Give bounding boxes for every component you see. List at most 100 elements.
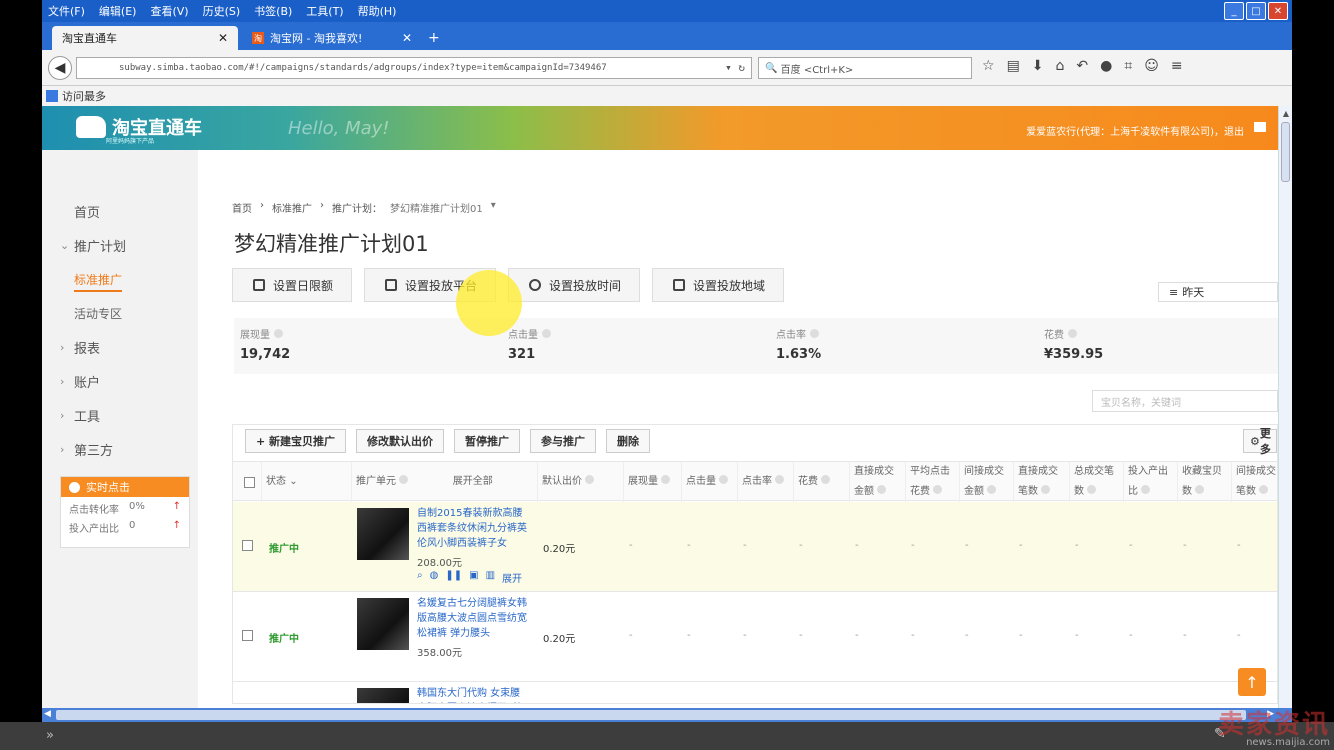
help-icon[interactable] <box>542 329 551 338</box>
help-icon[interactable] <box>1141 485 1151 494</box>
help-icon[interactable] <box>399 475 409 484</box>
back-to-top-button[interactable]: ↑ <box>1238 668 1266 696</box>
col-ctr[interactable]: 点击率 <box>737 462 793 502</box>
help-icon[interactable] <box>775 475 785 484</box>
row-checkbox[interactable] <box>242 630 253 641</box>
globe-icon[interactable]: ◍ <box>430 570 439 585</box>
pause-button[interactable]: 暂停推广 <box>454 429 521 453</box>
col-impressions[interactable]: 展现量 <box>623 462 681 502</box>
col-roi[interactable]: 投入产出比 <box>1123 462 1177 502</box>
download-icon[interactable]: ⬇ <box>1032 58 1044 74</box>
menu-icon[interactable]: ≡ <box>1171 58 1183 74</box>
menu-history[interactable]: 历史(S) <box>203 3 241 19</box>
edit-bid-button[interactable]: 修改默认出价 <box>356 429 445 453</box>
set-time-button[interactable]: 设置投放时间 <box>508 268 641 302</box>
col-total-count[interactable]: 总成交笔数 <box>1069 462 1123 502</box>
search-input[interactable]: 🔍 百度 <Ctrl+K> <box>758 57 972 79</box>
checkbox[interactable] <box>243 476 255 488</box>
tab-ztc[interactable]: 淘宝直通车 ✕ <box>52 26 238 50</box>
scroll-thumb[interactable] <box>56 710 1246 720</box>
help-icon[interactable] <box>1068 329 1077 338</box>
join-button[interactable]: 参与推广 <box>530 429 597 453</box>
col-clicks[interactable]: 点击量 <box>681 462 737 502</box>
col-cost[interactable]: 花费 <box>793 462 849 502</box>
scroll-thumb[interactable] <box>1281 122 1290 182</box>
help-icon[interactable] <box>661 475 671 484</box>
bookmark-star-icon[interactable]: ☆ <box>982 58 995 74</box>
breadcrumb-plan-name[interactable]: 梦幻精准推广计划01 <box>390 200 483 215</box>
chevron-down-icon[interactable]: ▾ <box>491 200 496 215</box>
help-icon[interactable] <box>933 485 943 494</box>
col-indirect-count[interactable]: 间接成交 笔数 <box>1231 462 1277 502</box>
product-title-link[interactable]: 名媛复古七分阔腿裤女韩版高腰大波点圆点雪纺宽松裙裤 弹力腰头 <box>417 596 529 641</box>
close-window-button[interactable]: ✕ <box>1268 2 1288 20</box>
smile-icon[interactable]: ☺ <box>1144 58 1159 74</box>
menu-edit[interactable]: 编辑(E) <box>99 3 137 19</box>
select-all-checkbox[interactable] <box>233 462 261 502</box>
bookmark-most-visited[interactable]: 访问最多 <box>62 88 106 104</box>
expand-all-link[interactable]: 展开全部 <box>453 476 493 487</box>
new-tab-button[interactable]: + <box>428 30 440 46</box>
help-icon[interactable] <box>1041 485 1051 494</box>
menu-bookmarks[interactable]: 书签(B) <box>254 3 292 19</box>
help-icon[interactable] <box>821 475 831 484</box>
horizontal-scrollbar[interactable]: ◀ ▶ <box>42 708 1292 722</box>
new-item-button[interactable]: + 新建宝贝推广 <box>245 429 347 453</box>
sidebar-item-plans[interactable]: ⌄ 推广计划 <box>60 236 126 255</box>
col-favorites[interactable]: 收藏宝贝数 <box>1177 462 1231 502</box>
menu-view[interactable]: 查看(V) <box>150 3 188 19</box>
sidebar-item-home[interactable]: 首页 <box>60 202 100 221</box>
help-icon[interactable] <box>1087 485 1097 494</box>
set-budget-button[interactable]: 设置日限额 <box>232 268 353 302</box>
chevron-right-icon[interactable]: » <box>46 728 54 743</box>
scroll-up-icon[interactable]: ▲ <box>1279 106 1292 120</box>
help-icon[interactable] <box>987 485 997 494</box>
edit-icon[interactable]: ▣ <box>469 570 478 585</box>
tab-taobao[interactable]: 淘 淘宝网 - 淘我喜欢! ✕ <box>242 26 422 50</box>
product-image[interactable] <box>357 688 409 703</box>
col-avg-click-cost[interactable]: 平均点击 花费 <box>905 462 959 502</box>
vertical-scrollbar[interactable]: ▲ <box>1278 106 1292 708</box>
col-indirect-amount[interactable]: 间接成交 金额 <box>959 462 1013 502</box>
address-bar[interactable]: subway.simba.taobao.com/#!/campaigns/sta… <box>76 57 752 79</box>
chat-icon[interactable]: ● <box>1100 58 1112 74</box>
expand-link[interactable]: 展开 <box>502 570 522 585</box>
maximize-button[interactable]: □ <box>1246 2 1266 20</box>
undo-icon[interactable]: ↶ <box>1076 58 1088 74</box>
set-region-button[interactable]: 设置投放地域 <box>652 268 785 302</box>
product-image[interactable] <box>357 508 409 560</box>
date-range-select[interactable]: ≡ 昨天 <box>1158 282 1278 302</box>
back-button[interactable]: ◀ <box>48 56 72 80</box>
help-icon[interactable] <box>585 475 595 484</box>
pause-icon[interactable]: ❚❚ <box>445 570 462 585</box>
help-icon[interactable] <box>877 485 887 494</box>
mail-icon[interactable] <box>1254 122 1266 132</box>
scroll-left-icon[interactable]: ◀ <box>44 709 51 719</box>
help-icon[interactable] <box>1195 485 1205 494</box>
home-icon[interactable]: ⌂ <box>1056 58 1065 74</box>
crop-icon[interactable]: ⌗ <box>1124 58 1132 74</box>
col-direct-count[interactable]: 直接成交 笔数 <box>1013 462 1069 502</box>
search-icon[interactable]: ⌕ <box>417 570 423 585</box>
sidebar-item-third[interactable]: › 第三方 <box>60 440 113 459</box>
help-icon[interactable] <box>810 329 819 338</box>
more-settings-button[interactable]: ⚙ 更多 <box>1243 427 1277 456</box>
sidebar-item-activity[interactable]: 活动专区 <box>74 305 122 322</box>
trash-icon[interactable]: ▥ <box>486 570 495 585</box>
product-title-link[interactable]: 自制2015春装新款高腰西裤套条纹休闲九分裤英伦风小脚西装裤子女 <box>417 506 529 551</box>
sidebar-item-account[interactable]: › 账户 <box>60 372 100 391</box>
menu-tools[interactable]: 工具(T) <box>306 3 343 19</box>
reload-icon[interactable]: ▾ ↻ <box>725 61 745 74</box>
sidebar-item-tools[interactable]: › 工具 <box>60 406 100 425</box>
help-icon[interactable] <box>1259 485 1269 494</box>
default-bid-value[interactable]: 0.20元 <box>543 630 575 645</box>
close-tab-icon[interactable]: ✕ <box>402 31 412 45</box>
reader-icon[interactable]: ▤ <box>1007 58 1020 74</box>
menu-file[interactable]: 文件(F) <box>48 3 85 19</box>
product-title-link[interactable]: 韩国东大门代购 女束腰高腰大圆点波点摆尾 喇 <box>417 686 529 703</box>
breadcrumb-standard[interactable]: 标准推广 <box>272 200 312 215</box>
sidebar-item-standard[interactable]: 标准推广 <box>74 271 123 292</box>
row-checkbox[interactable] <box>242 540 253 551</box>
col-status[interactable]: 状态 ⌄ <box>261 462 351 502</box>
delete-button[interactable]: 删除 <box>606 429 651 453</box>
